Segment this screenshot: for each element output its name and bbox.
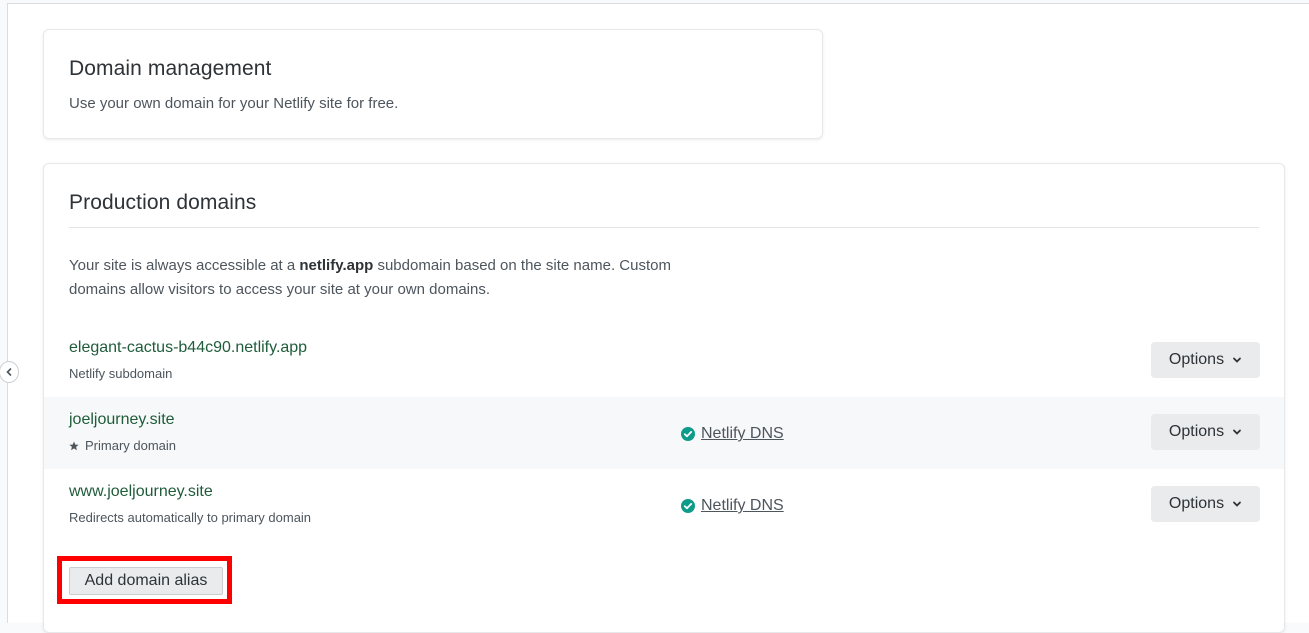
options-button[interactable]: Options xyxy=(1151,414,1260,450)
domain-name: joeljourney.site xyxy=(69,411,175,428)
add-domain-alias-button[interactable]: Add domain alias xyxy=(69,567,223,595)
production-domains-card: Production domains Your site is always a… xyxy=(43,163,1285,633)
chevron-down-icon xyxy=(1233,357,1241,363)
domain-row: www.joeljourney.site Redirects automatic… xyxy=(44,469,1284,541)
check-circle-icon xyxy=(681,427,695,441)
production-domains-title: Production domains xyxy=(69,191,257,214)
netlify-dns-link[interactable]: Netlify DNS xyxy=(701,497,784,515)
domain-name: www.joeljourney.site xyxy=(69,483,213,500)
main-frame: Domain management Use your own domain fo… xyxy=(0,3,1309,633)
chevron-down-icon xyxy=(1233,429,1241,435)
check-circle-icon xyxy=(681,499,695,513)
chevron-left-icon xyxy=(6,368,12,376)
netlify-dns-link[interactable]: Netlify DNS xyxy=(701,425,784,443)
section-divider xyxy=(69,227,1259,228)
domain-management-description: Use your own domain for your Netlify sit… xyxy=(69,95,399,112)
domain-row: joeljourney.site Primary domain Netlify … xyxy=(44,397,1284,469)
production-intro-text: Your site is always accessible at a netl… xyxy=(69,257,671,298)
domain-management-title: Domain management xyxy=(69,57,272,80)
options-button[interactable]: Options xyxy=(1151,486,1260,522)
chevron-down-icon xyxy=(1233,501,1241,507)
sidebar-collapse-button[interactable] xyxy=(0,361,19,383)
options-button[interactable]: Options xyxy=(1151,342,1260,378)
domain-subtitle: Redirects automatically to primary domai… xyxy=(69,510,312,525)
domain-row: elegant-cactus-b44c90.netlify.app Netlif… xyxy=(44,325,1284,397)
domain-subtitle: Netlify subdomain xyxy=(69,366,173,381)
add-domain-alias-highlight: Add domain alias xyxy=(57,556,232,604)
star-icon xyxy=(69,441,79,450)
domain-subtitle: Primary domain xyxy=(69,438,176,453)
domain-name: elegant-cactus-b44c90.netlify.app xyxy=(69,339,308,356)
dns-status: Netlify DNS xyxy=(681,425,784,443)
domain-management-card: Domain management Use your own domain fo… xyxy=(43,29,823,139)
dns-status: Netlify DNS xyxy=(681,497,784,515)
